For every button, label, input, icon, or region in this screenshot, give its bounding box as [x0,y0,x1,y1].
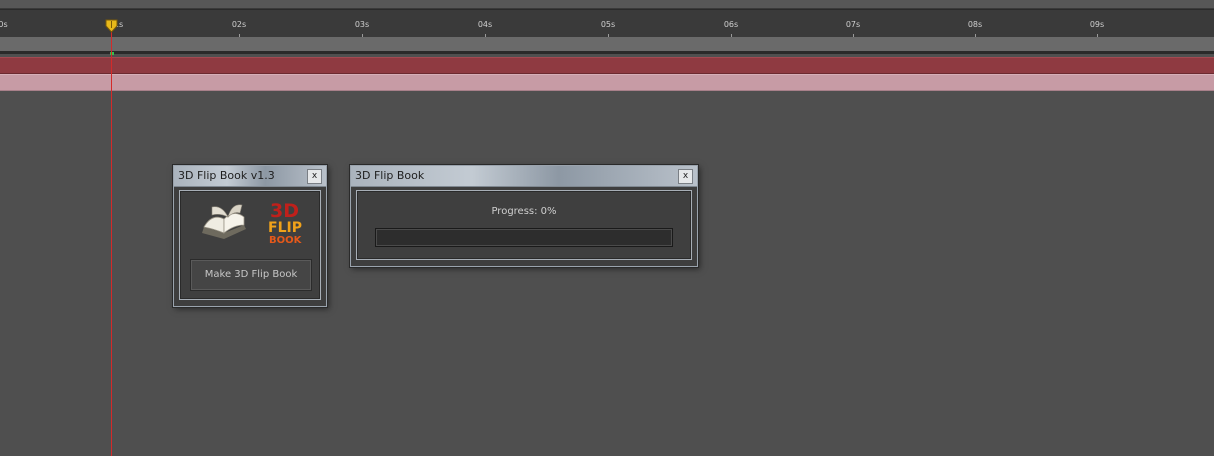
progress-bar [375,228,673,247]
ruler-label: 07s [845,20,861,29]
layer-bar-pink[interactable] [0,74,1214,91]
time-ruler[interactable]: 0s 01s 02s 03s 04s 05s 06s 07s 08s 09s [0,9,1214,39]
ruler-label: 06s [723,20,739,29]
playhead-handle-icon[interactable] [105,19,118,33]
progress-dialog: 3D Flip Book x Progress: 0% [350,165,698,267]
layer-bar-red[interactable] [0,57,1214,74]
progress-text: Progress: 0% [491,206,557,217]
close-icon[interactable]: x [307,169,322,184]
make-flipbook-button[interactable]: Make 3D Flip Book [190,259,312,291]
ruler-label: 09s [1089,20,1105,29]
flipbook-panel-titlebar[interactable]: 3D Flip Book v1.3 x [174,166,326,187]
panel-top-strip [0,0,1214,9]
ruler-label: 04s [477,20,493,29]
logo-text-flip: FLIP [268,220,302,236]
progress-dialog-body: Progress: 0% [356,190,692,260]
logo-text-3d: 3D [270,200,299,222]
ruler-label: 0s [0,20,8,29]
progress-dialog-titlebar[interactable]: 3D Flip Book x [351,166,697,187]
ruler-label: 03s [354,20,370,29]
playhead-line[interactable] [111,24,112,456]
ruler-label: 02s [231,20,247,29]
flipbook-panel-title: 3D Flip Book v1.3 [178,169,275,182]
logo-text-book: BOOK [269,235,303,246]
ruler-label: 05s [600,20,616,29]
progress-dialog-title: 3D Flip Book [355,169,425,182]
work-area-bar[interactable] [0,37,1214,52]
close-icon[interactable]: x [678,169,693,184]
work-area-divider [0,51,1214,54]
flipbook-panel: 3D Flip Book v1.3 x 3D FLIP BOOK Make 3D… [173,165,327,307]
flipbook-panel-body: 3D FLIP BOOK Make 3D Flip Book [179,190,321,300]
flipbook-logo: 3D FLIP BOOK [202,200,303,246]
open-book-icon [202,204,246,239]
ruler-label: 08s [967,20,983,29]
